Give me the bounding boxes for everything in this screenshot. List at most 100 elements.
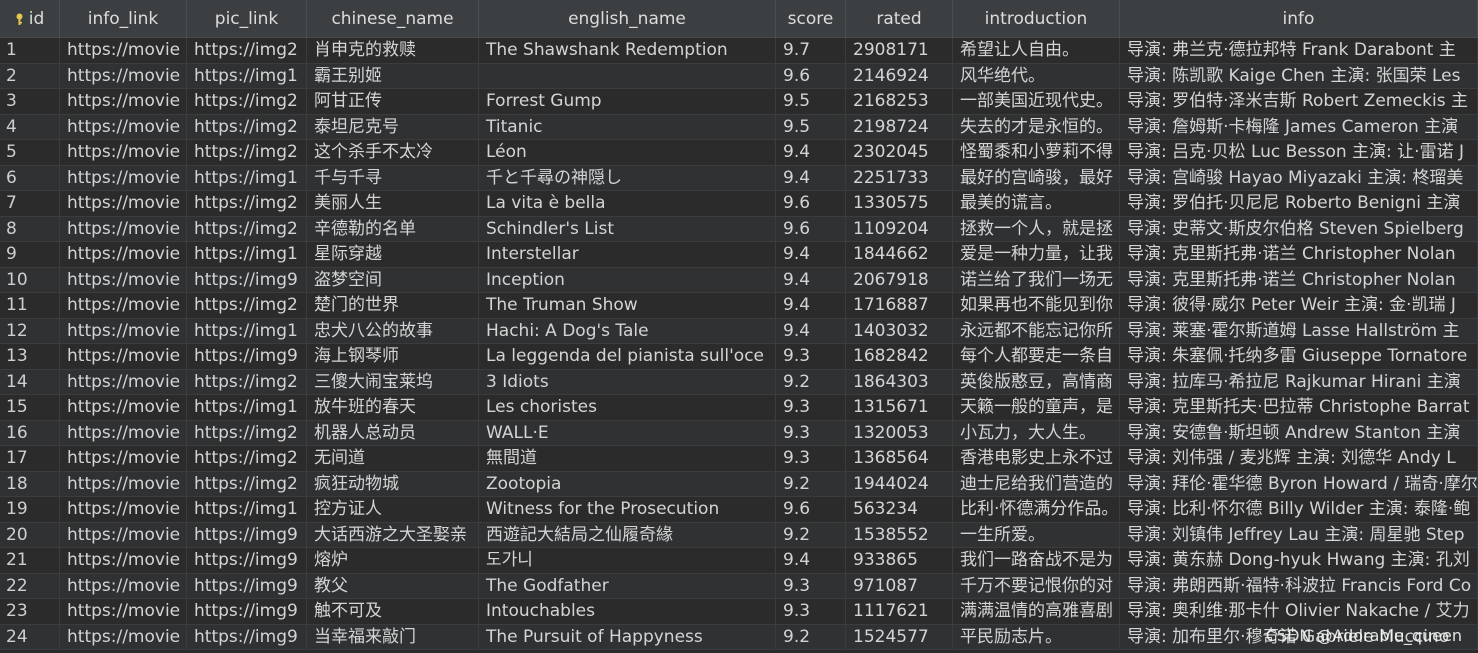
cell-id[interactable]: 12 (0, 318, 60, 343)
cell-info-link[interactable]: https://movie (60, 318, 187, 343)
cell-introduction[interactable]: 平民励志片。 (953, 624, 1120, 649)
cell-id[interactable]: 21 (0, 548, 60, 573)
table-row[interactable]: 21 https://movie https://img9 熔炉 도가니 9.4 93386… (0, 548, 1478, 574)
cell-chinese-name[interactable]: 控方证人 (307, 497, 479, 522)
cell-id[interactable]: 15 (0, 395, 60, 420)
cell-score[interactable]: 9.3 (776, 446, 846, 471)
cell-rated[interactable]: 1368564 (846, 446, 953, 471)
cell-rated[interactable]: 1944024 (846, 471, 953, 496)
cell-info[interactable]: 导演: 克里斯托弗·诺兰 Christopher Nolan (1120, 267, 1478, 292)
cell-id[interactable]: 17 (0, 446, 60, 471)
cell-id[interactable]: 16 (0, 420, 60, 445)
cell-introduction[interactable]: 拯救一个人，就是拯 (953, 216, 1120, 241)
table-row[interactable]: 13 https://movie https://img9 海上钢琴师 La legge… (0, 344, 1478, 370)
cell-rated[interactable]: 1315671 (846, 395, 953, 420)
cell-chinese-name[interactable]: 千与千寻 (307, 165, 479, 190)
cell-introduction[interactable]: 最美的谎言。 (953, 191, 1120, 216)
cell-score[interactable]: 9.6 (776, 216, 846, 241)
cell-pic-link[interactable]: https://img1 (187, 63, 307, 88)
cell-score[interactable]: 9.7 (776, 38, 846, 63)
cell-rated[interactable]: 1330575 (846, 191, 953, 216)
cell-introduction[interactable]: 香港电影史上永不过 (953, 446, 1120, 471)
cell-english-name[interactable]: 西遊記大結局之仙履奇緣 (479, 522, 776, 547)
cell-info-link[interactable]: https://movie (60, 573, 187, 598)
cell-english-name[interactable]: 도가니 (479, 548, 776, 573)
cell-pic-link[interactable]: https://img2 (187, 293, 307, 318)
table-row[interactable]: 22 https://movie https://img9 教父 The Godfath… (0, 573, 1478, 599)
cell-id[interactable]: 24 (0, 624, 60, 649)
cell-english-name[interactable]: Intouchables (479, 599, 776, 624)
cell-info-link[interactable]: https://movie (60, 165, 187, 190)
cell-chinese-name[interactable]: 无间道 (307, 446, 479, 471)
table-row[interactable]: 7 https://movie https://img2 美丽人生 La vita è … (0, 191, 1478, 217)
cell-introduction[interactable]: 诺兰给了我们一场无 (953, 267, 1120, 292)
cell-chinese-name[interactable]: 触不可及 (307, 599, 479, 624)
cell-chinese-name[interactable]: 放牛班的春天 (307, 395, 479, 420)
cell-info[interactable]: 导演: 安德鲁·斯坦顿 Andrew Stanton 主演 (1120, 420, 1478, 445)
cell-info-link[interactable]: https://movie (60, 624, 187, 649)
cell-score[interactable]: 9.2 (776, 624, 846, 649)
cell-pic-link[interactable]: https://img9 (187, 548, 307, 573)
cell-rated[interactable]: 1403032 (846, 318, 953, 343)
cell-info-link[interactable]: https://movie (60, 420, 187, 445)
cell-chinese-name[interactable]: 海上钢琴师 (307, 344, 479, 369)
cell-score[interactable]: 9.3 (776, 344, 846, 369)
cell-english-name[interactable]: Léon (479, 140, 776, 165)
cell-chinese-name[interactable]: 辛德勒的名单 (307, 216, 479, 241)
cell-score[interactable]: 9.6 (776, 63, 846, 88)
column-header-chinese-name[interactable]: chinese_name (307, 0, 479, 37)
cell-rated[interactable]: 971087 (846, 573, 953, 598)
cell-english-name[interactable]: The Shawshank Redemption (479, 38, 776, 63)
cell-score[interactable]: 9.3 (776, 573, 846, 598)
cell-score[interactable]: 9.5 (776, 89, 846, 114)
cell-score[interactable]: 9.2 (776, 522, 846, 547)
cell-chinese-name[interactable]: 霸王别姬 (307, 63, 479, 88)
cell-score[interactable]: 9.4 (776, 293, 846, 318)
cell-pic-link[interactable]: https://img9 (187, 624, 307, 649)
table-row[interactable]: 10 https://movie https://img9 盗梦空间 Inception… (0, 267, 1478, 293)
cell-english-name[interactable]: Schindler's List (479, 216, 776, 241)
cell-info[interactable]: 导演: 罗伯托·贝尼尼 Roberto Benigni 主演 (1120, 191, 1478, 216)
cell-english-name[interactable]: Les choristes (479, 395, 776, 420)
cell-english-name[interactable]: La leggenda del pianista sull'oce (479, 344, 776, 369)
cell-score[interactable]: 9.3 (776, 420, 846, 445)
cell-pic-link[interactable]: https://img2 (187, 114, 307, 139)
cell-introduction[interactable]: 希望让人自由。 (953, 38, 1120, 63)
cell-id[interactable]: 6 (0, 165, 60, 190)
cell-english-name[interactable]: Titanic (479, 114, 776, 139)
cell-introduction[interactable]: 如果再也不能见到你 (953, 293, 1120, 318)
cell-score[interactable]: 9.3 (776, 599, 846, 624)
cell-rated[interactable]: 1320053 (846, 420, 953, 445)
cell-info[interactable]: 导演: 弗朗西斯·福特·科波拉 Francis Ford Co (1120, 573, 1478, 598)
cell-english-name[interactable]: 3 Idiots (479, 369, 776, 394)
cell-chinese-name[interactable]: 阿甘正传 (307, 89, 479, 114)
table-row[interactable]: 12 https://movie https://img1 忠犬八公的故事 Hachi:… (0, 318, 1478, 344)
cell-id[interactable]: 3 (0, 89, 60, 114)
table-row[interactable]: 1 https://movie https://img2 肖申克的救赎 The Shaw… (0, 38, 1478, 64)
cell-info-link[interactable]: https://movie (60, 191, 187, 216)
cell-rated[interactable]: 2146924 (846, 63, 953, 88)
table-row[interactable]: 20 https://movie https://img9 大话西游之大圣娶亲 西遊記大… (0, 522, 1478, 548)
cell-pic-link[interactable]: https://img2 (187, 216, 307, 241)
cell-chinese-name[interactable]: 机器人总动员 (307, 420, 479, 445)
cell-info-link[interactable]: https://movie (60, 140, 187, 165)
cell-info-link[interactable]: https://movie (60, 267, 187, 292)
cell-info-link[interactable]: https://movie (60, 471, 187, 496)
cell-introduction[interactable]: 比利·怀德满分作品。 (953, 497, 1120, 522)
table-row[interactable]: 2 https://movie https://img1 霸王别姬 9.6 2146924… (0, 63, 1478, 89)
cell-english-name[interactable]: Interstellar (479, 242, 776, 267)
cell-introduction[interactable]: 爱是一种力量，让我 (953, 242, 1120, 267)
cell-rated[interactable]: 1716887 (846, 293, 953, 318)
table-row[interactable]: 24 https://movie https://img9 当幸福来敲门 The Pur… (0, 624, 1478, 650)
table-row[interactable]: 3 https://movie https://img2 阿甘正传 Forrest Gu… (0, 89, 1478, 115)
cell-pic-link[interactable]: https://img2 (187, 471, 307, 496)
cell-pic-link[interactable]: https://img9 (187, 522, 307, 547)
cell-chinese-name[interactable]: 星际穿越 (307, 242, 479, 267)
cell-chinese-name[interactable]: 泰坦尼克号 (307, 114, 479, 139)
cell-id[interactable]: 8 (0, 216, 60, 241)
cell-chinese-name[interactable]: 楚门的世界 (307, 293, 479, 318)
cell-chinese-name[interactable]: 这个杀手不太冷 (307, 140, 479, 165)
cell-english-name[interactable] (479, 63, 776, 88)
cell-info-link[interactable]: https://movie (60, 344, 187, 369)
cell-chinese-name[interactable]: 教父 (307, 573, 479, 598)
